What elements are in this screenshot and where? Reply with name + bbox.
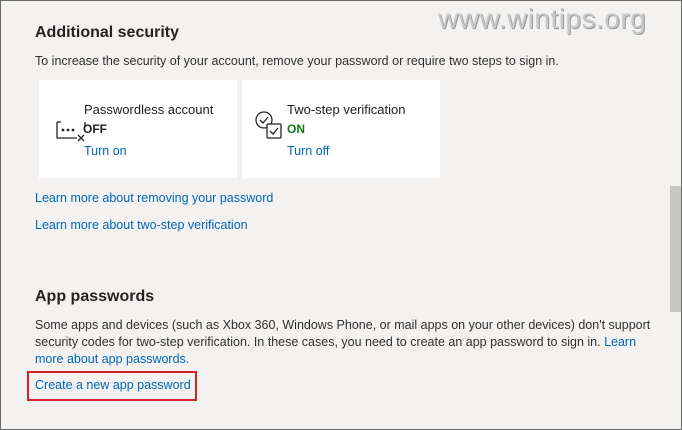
additional-security-title: Additional security <box>35 24 180 41</box>
two-step-verification-status: ON <box>287 122 305 136</box>
two-step-verification-icon <box>254 110 286 142</box>
vertical-scrollbar[interactable] <box>670 1 681 429</box>
watermark: www.wintips.org <box>438 3 647 34</box>
two-step-verification-title: Two-step verification <box>287 102 406 117</box>
additional-security-description: To increase the security of your account… <box>35 54 559 68</box>
passwordless-account-status: OFF <box>83 122 107 136</box>
passwordless-account-title: Passwordless account <box>84 102 214 117</box>
scrollbar-thumb[interactable] <box>670 186 681 312</box>
app-passwords-description: Some apps and devices (such as Xbox 360,… <box>35 317 655 368</box>
security-panel: www.wintips.org Additional security To i… <box>0 0 682 430</box>
learn-more-two-step-link[interactable]: Learn more about two-step verification <box>35 218 248 232</box>
app-passwords-title: App passwords <box>35 288 155 305</box>
turn-off-two-step-link[interactable]: Turn off <box>287 144 329 158</box>
two-step-verification-card: Two-step verification ON Turn off <box>242 80 440 178</box>
turn-on-passwordless-link[interactable]: Turn on <box>84 144 127 158</box>
passwordless-account-card: Passwordless account OFF Turn on <box>39 80 237 178</box>
highlight-annotation <box>27 371 197 401</box>
learn-more-removing-password-link[interactable]: Learn more about removing your password <box>35 191 273 205</box>
app-passwords-description-text: Some apps and devices (such as Xbox 360,… <box>35 318 651 349</box>
